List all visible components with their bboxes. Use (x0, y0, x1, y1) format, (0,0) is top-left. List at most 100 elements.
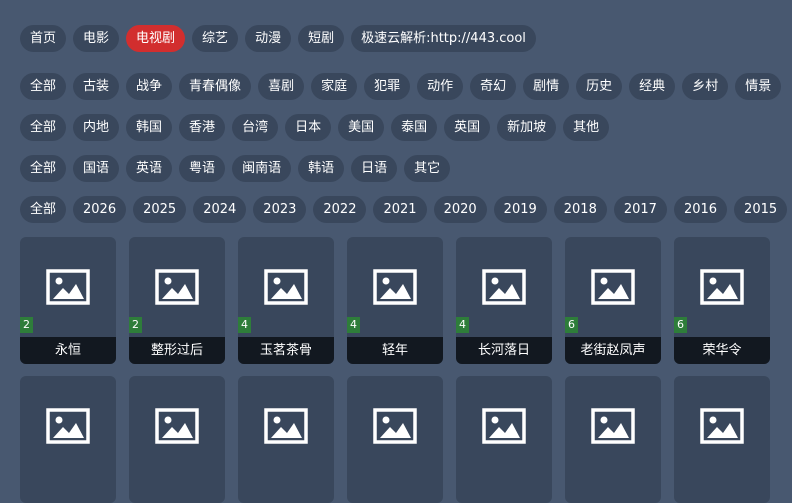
year-chip[interactable]: 全部 (20, 196, 67, 223)
year-chip[interactable]: 2020 (433, 196, 487, 223)
genre-chip[interactable]: 动作 (417, 73, 464, 100)
video-card[interactable]: 4 轻年 (347, 237, 443, 364)
language-chip[interactable]: 国语 (73, 155, 120, 182)
source-selector[interactable]: 极速云解析:http://443.cool (351, 25, 536, 52)
video-card[interactable] (456, 376, 552, 503)
language-chip[interactable]: 日语 (351, 155, 398, 182)
video-card[interactable] (347, 376, 443, 503)
image-placeholder-icon (20, 237, 116, 337)
genre-chip[interactable]: 经典 (629, 73, 676, 100)
language-chip[interactable]: 全部 (20, 155, 67, 182)
image-placeholder-icon (238, 237, 334, 337)
genre-filter-row: 全部 古装 战争 青春偶像 喜剧 家庭 犯罪 动作 奇幻 剧情 历史 经典 乡村… (20, 73, 782, 100)
video-card[interactable]: 2 永恒 (20, 237, 116, 364)
video-card[interactable] (565, 376, 661, 503)
genre-chip[interactable]: 剧情 (523, 73, 570, 100)
language-filter-row: 全部 国语 英语 粤语 闽南语 韩语 日语 其它 (20, 155, 451, 182)
image-placeholder-icon (565, 237, 661, 337)
year-chip[interactable]: 2021 (373, 196, 427, 223)
region-chip[interactable]: 泰国 (391, 114, 438, 141)
video-grid: 2 永恒 2 整形过后 4 玉茗茶骨 4 轻年 4 长河落日 6 老街赵凤声 6… (20, 237, 770, 364)
video-card[interactable]: 6 荣华令 (674, 237, 770, 364)
video-card[interactable]: 4 玉茗茶骨 (238, 237, 334, 364)
image-placeholder-icon (238, 376, 334, 476)
language-chip[interactable]: 韩语 (298, 155, 345, 182)
region-chip[interactable]: 美国 (338, 114, 385, 141)
tab-home[interactable]: 首页 (20, 25, 67, 52)
video-card[interactable]: 6 老街赵凤声 (565, 237, 661, 364)
genre-chip[interactable]: 历史 (576, 73, 623, 100)
genre-chip[interactable]: 全部 (20, 73, 67, 100)
video-title: 长河落日 (456, 337, 552, 364)
year-chip[interactable]: 2016 (673, 196, 728, 223)
image-placeholder-icon (347, 237, 443, 337)
language-chip[interactable]: 粤语 (179, 155, 226, 182)
genre-chip[interactable]: 青春偶像 (179, 73, 252, 100)
image-placeholder-icon (347, 376, 443, 476)
image-placeholder-icon (674, 237, 770, 337)
region-chip[interactable]: 新加坡 (497, 114, 557, 141)
episode-badge: 4 (456, 317, 469, 333)
tab-variety[interactable]: 综艺 (192, 25, 239, 52)
image-placeholder-icon (129, 237, 225, 337)
genre-chip[interactable]: 奇幻 (470, 73, 517, 100)
language-chip[interactable]: 其它 (404, 155, 451, 182)
year-chip[interactable]: 2025 (133, 196, 187, 223)
language-chip[interactable]: 英语 (126, 155, 173, 182)
genre-chip[interactable]: 情景 (735, 73, 782, 100)
language-chip[interactable]: 闽南语 (232, 155, 292, 182)
year-chip[interactable]: 2022 (313, 196, 367, 223)
episode-badge: 2 (20, 317, 33, 333)
video-title: 轻年 (347, 337, 443, 364)
image-placeholder-icon (20, 376, 116, 476)
video-card[interactable] (238, 376, 334, 503)
image-placeholder-icon (674, 376, 770, 476)
year-chip[interactable]: 2019 (493, 196, 547, 223)
region-filter-row: 全部 内地 韩国 香港 台湾 日本 美国 泰国 英国 新加坡 其他 (20, 114, 610, 141)
tab-movie[interactable]: 电影 (73, 25, 120, 52)
episode-badge: 4 (347, 317, 360, 333)
region-chip[interactable]: 其他 (563, 114, 610, 141)
video-title: 荣华令 (674, 337, 770, 364)
region-chip[interactable]: 英国 (444, 114, 491, 141)
genre-chip[interactable]: 乡村 (682, 73, 729, 100)
region-chip[interactable]: 台湾 (232, 114, 279, 141)
episode-badge: 4 (238, 317, 251, 333)
region-chip[interactable]: 韩国 (126, 114, 173, 141)
genre-chip[interactable]: 喜剧 (258, 73, 305, 100)
region-chip[interactable]: 内地 (73, 114, 120, 141)
year-chip[interactable]: 2018 (553, 196, 607, 223)
genre-chip[interactable]: 犯罪 (364, 73, 411, 100)
year-chip[interactable]: 2017 (613, 196, 667, 223)
video-card[interactable] (129, 376, 225, 503)
image-placeholder-icon (456, 237, 552, 337)
genre-chip[interactable]: 家庭 (311, 73, 358, 100)
episode-badge: 6 (674, 317, 687, 333)
region-chip[interactable]: 香港 (179, 114, 226, 141)
region-chip[interactable]: 日本 (285, 114, 332, 141)
year-chip[interactable]: 2024 (193, 196, 247, 223)
episode-badge: 6 (565, 317, 578, 333)
video-card[interactable]: 4 长河落日 (456, 237, 552, 364)
video-title: 永恒 (20, 337, 116, 364)
video-card[interactable] (20, 376, 116, 503)
video-title: 整形过后 (129, 337, 225, 364)
year-chip[interactable]: 2015 (734, 196, 788, 223)
image-placeholder-icon (129, 376, 225, 476)
video-grid-row-2 (20, 376, 770, 503)
genre-chip[interactable]: 古装 (73, 73, 120, 100)
tab-anime[interactable]: 动漫 (245, 25, 292, 52)
year-chip[interactable]: 2026 (73, 196, 127, 223)
video-card[interactable] (674, 376, 770, 503)
image-placeholder-icon (456, 376, 552, 476)
video-card[interactable]: 2 整形过后 (129, 237, 225, 364)
region-chip[interactable]: 全部 (20, 114, 67, 141)
tab-short-drama[interactable]: 短剧 (298, 25, 345, 52)
tab-tv-series[interactable]: 电视剧 (126, 25, 186, 52)
year-filter-row: 全部 2026 2025 2024 2023 2022 2021 2020 20… (20, 196, 788, 223)
year-chip[interactable]: 2023 (253, 196, 307, 223)
genre-chip[interactable]: 战争 (126, 73, 173, 100)
video-title: 玉茗茶骨 (238, 337, 334, 364)
top-nav: 首页 电影 电视剧 综艺 动漫 短剧 极速云解析:http://443.cool (20, 25, 536, 52)
episode-badge: 2 (129, 317, 142, 333)
